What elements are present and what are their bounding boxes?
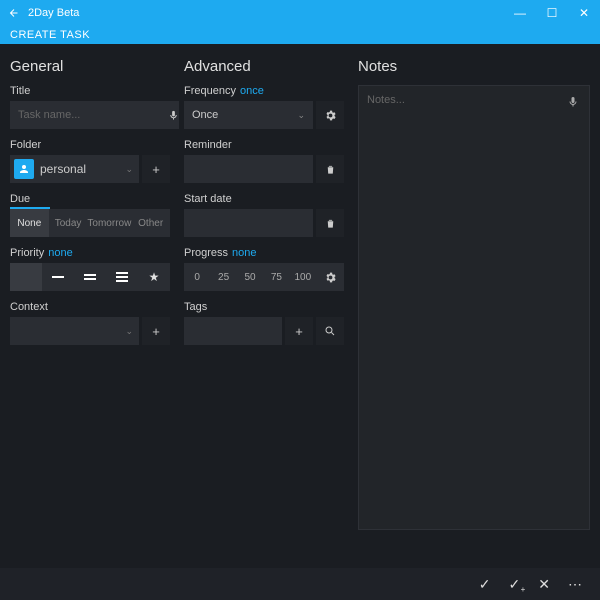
folder-value: personal — [40, 162, 86, 176]
title-field — [10, 101, 170, 129]
progress-0[interactable]: 0 — [184, 272, 210, 283]
back-button[interactable] — [0, 7, 28, 19]
progress-row: 0 25 50 75 100 — [184, 263, 344, 291]
priority-star[interactable]: ★ — [138, 263, 170, 291]
notes-heading: Notes — [358, 58, 590, 75]
startdate-label: Start date — [184, 193, 344, 205]
maximize-button[interactable]: ☐ — [536, 6, 568, 20]
context-select[interactable]: ⌄ — [10, 317, 139, 345]
progress-settings-button[interactable] — [316, 263, 344, 291]
priority-medium[interactable] — [74, 263, 106, 291]
startdate-delete-button[interactable] — [316, 209, 344, 237]
priority-high[interactable] — [106, 263, 138, 291]
progress-100[interactable]: 100 — [290, 272, 316, 283]
tags-label: Tags — [184, 301, 344, 313]
tags-field[interactable] — [184, 317, 282, 345]
due-tabs: None Today Tomorrow Other — [10, 209, 170, 237]
confirm-add-button[interactable]: ✓+ — [509, 576, 521, 593]
chevron-down-icon: ⌄ — [125, 326, 133, 337]
frequency-label: Frequencyonce — [184, 85, 344, 97]
due-tab-other[interactable]: Other — [131, 209, 170, 237]
progress-50[interactable]: 50 — [237, 272, 263, 283]
due-label: Due — [10, 193, 170, 205]
chevron-down-icon: ⌄ — [297, 110, 305, 121]
cancel-button[interactable]: ✕ — [538, 576, 550, 593]
priority-label: Prioritynone — [10, 247, 170, 259]
reminder-label: Reminder — [184, 139, 344, 151]
title-input[interactable] — [10, 109, 168, 121]
priority-none[interactable] — [10, 263, 42, 291]
folder-label: Folder — [10, 139, 170, 151]
minimize-button[interactable]: — — [504, 6, 536, 20]
add-tag-button[interactable]: + — [285, 317, 313, 345]
frequency-select[interactable]: Once ⌄ — [184, 101, 313, 129]
context-field: ⌄ + — [10, 317, 170, 345]
priority-row: ★ — [10, 263, 170, 291]
due-tab-none[interactable]: None — [10, 209, 49, 237]
notes-textarea[interactable]: Notes... — [358, 85, 590, 530]
confirm-button[interactable]: ✓ — [479, 576, 491, 593]
reminder-delete-button[interactable] — [316, 155, 344, 183]
page-subtitle: CREATE TASK — [0, 26, 600, 44]
frequency-settings-button[interactable] — [316, 101, 344, 129]
folder-field: personal ⌄ + — [10, 155, 170, 183]
window-controls: — ☐ ✕ — [504, 6, 600, 20]
add-folder-button[interactable]: + — [142, 155, 170, 183]
title-label: Title — [10, 85, 170, 97]
advanced-heading: Advanced — [184, 58, 344, 75]
progress-label: Progressnone — [184, 247, 344, 259]
folder-select[interactable]: personal ⌄ — [10, 155, 139, 183]
progress-25[interactable]: 25 — [210, 272, 236, 283]
reminder-field[interactable] — [184, 155, 313, 183]
mic-icon[interactable] — [168, 101, 179, 129]
search-tag-button[interactable] — [316, 317, 344, 345]
app-title: 2Day Beta — [28, 7, 79, 19]
notes-placeholder: Notes... — [367, 94, 405, 106]
chevron-down-icon: ⌄ — [125, 164, 133, 175]
due-tab-tomorrow[interactable]: Tomorrow — [87, 209, 131, 237]
startdate-field[interactable] — [184, 209, 313, 237]
add-context-button[interactable]: + — [142, 317, 170, 345]
bottom-bar: ✓ ✓+ ✕ ⋯ — [0, 568, 600, 600]
person-icon — [14, 159, 34, 179]
titlebar: 2Day Beta — ☐ ✕ — [0, 0, 600, 26]
due-tab-today[interactable]: Today — [49, 209, 88, 237]
general-heading: General — [10, 58, 170, 75]
close-button[interactable]: ✕ — [568, 6, 600, 20]
priority-low[interactable] — [42, 263, 74, 291]
context-label: Context — [10, 301, 170, 313]
progress-75[interactable]: 75 — [263, 272, 289, 283]
more-button[interactable]: ⋯ — [568, 576, 582, 593]
mic-icon[interactable] — [561, 90, 585, 114]
